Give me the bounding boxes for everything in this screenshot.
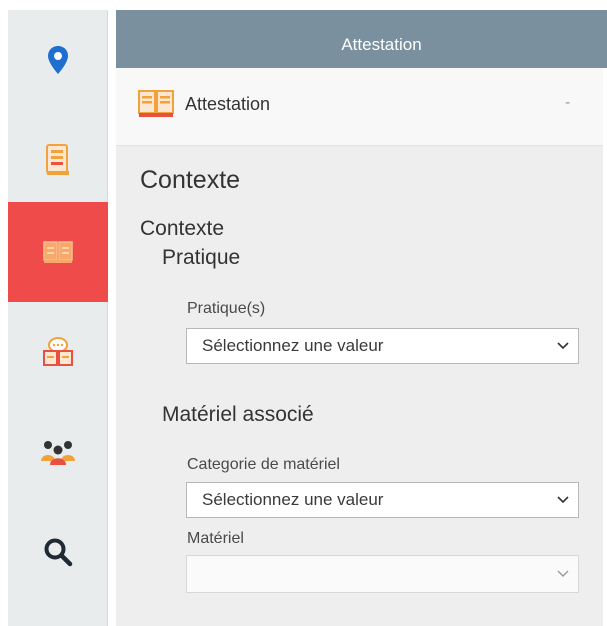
sidebar-item-search[interactable] [8,502,108,602]
pratiques-select-value: Sélectionnez une valeur [202,336,384,355]
sidebar [8,10,108,626]
open-book-icon [43,241,73,263]
form-area: Contexte Contexte Pratique Pratique(s) S… [116,0,607,626]
map-pin-icon [48,46,68,74]
pratiques-label: Pratique(s) [187,300,266,317]
categorie-label: Categorie de matériel [187,456,340,473]
group-title: Contexte [140,217,225,240]
materiel-label: Matériel [187,530,244,547]
book-chat-icon [43,337,73,366]
pratique-heading: Pratique [162,246,241,269]
sidebar-item-participants[interactable] [8,402,108,502]
search-icon [44,538,73,567]
chevron-down-icon [548,342,578,350]
materiel-select[interactable] [186,555,579,593]
chevron-down-icon [548,496,578,504]
book-document-icon [46,144,69,175]
sidebar-item-location[interactable] [8,10,108,110]
materiel-heading: Matériel associé [162,403,314,426]
section-title: Contexte [140,166,241,194]
chevron-down-icon [548,570,578,578]
sidebar-item-discussion[interactable] [8,302,108,402]
sidebar-item-attestation[interactable] [8,202,108,302]
users-group-icon [41,441,75,465]
categorie-select[interactable]: Sélectionnez une valeur [186,482,579,518]
pratiques-select[interactable]: Sélectionnez une valeur [186,328,579,364]
sidebar-item-documents[interactable] [8,110,108,210]
categorie-select-value: Sélectionnez une valeur [202,490,384,509]
